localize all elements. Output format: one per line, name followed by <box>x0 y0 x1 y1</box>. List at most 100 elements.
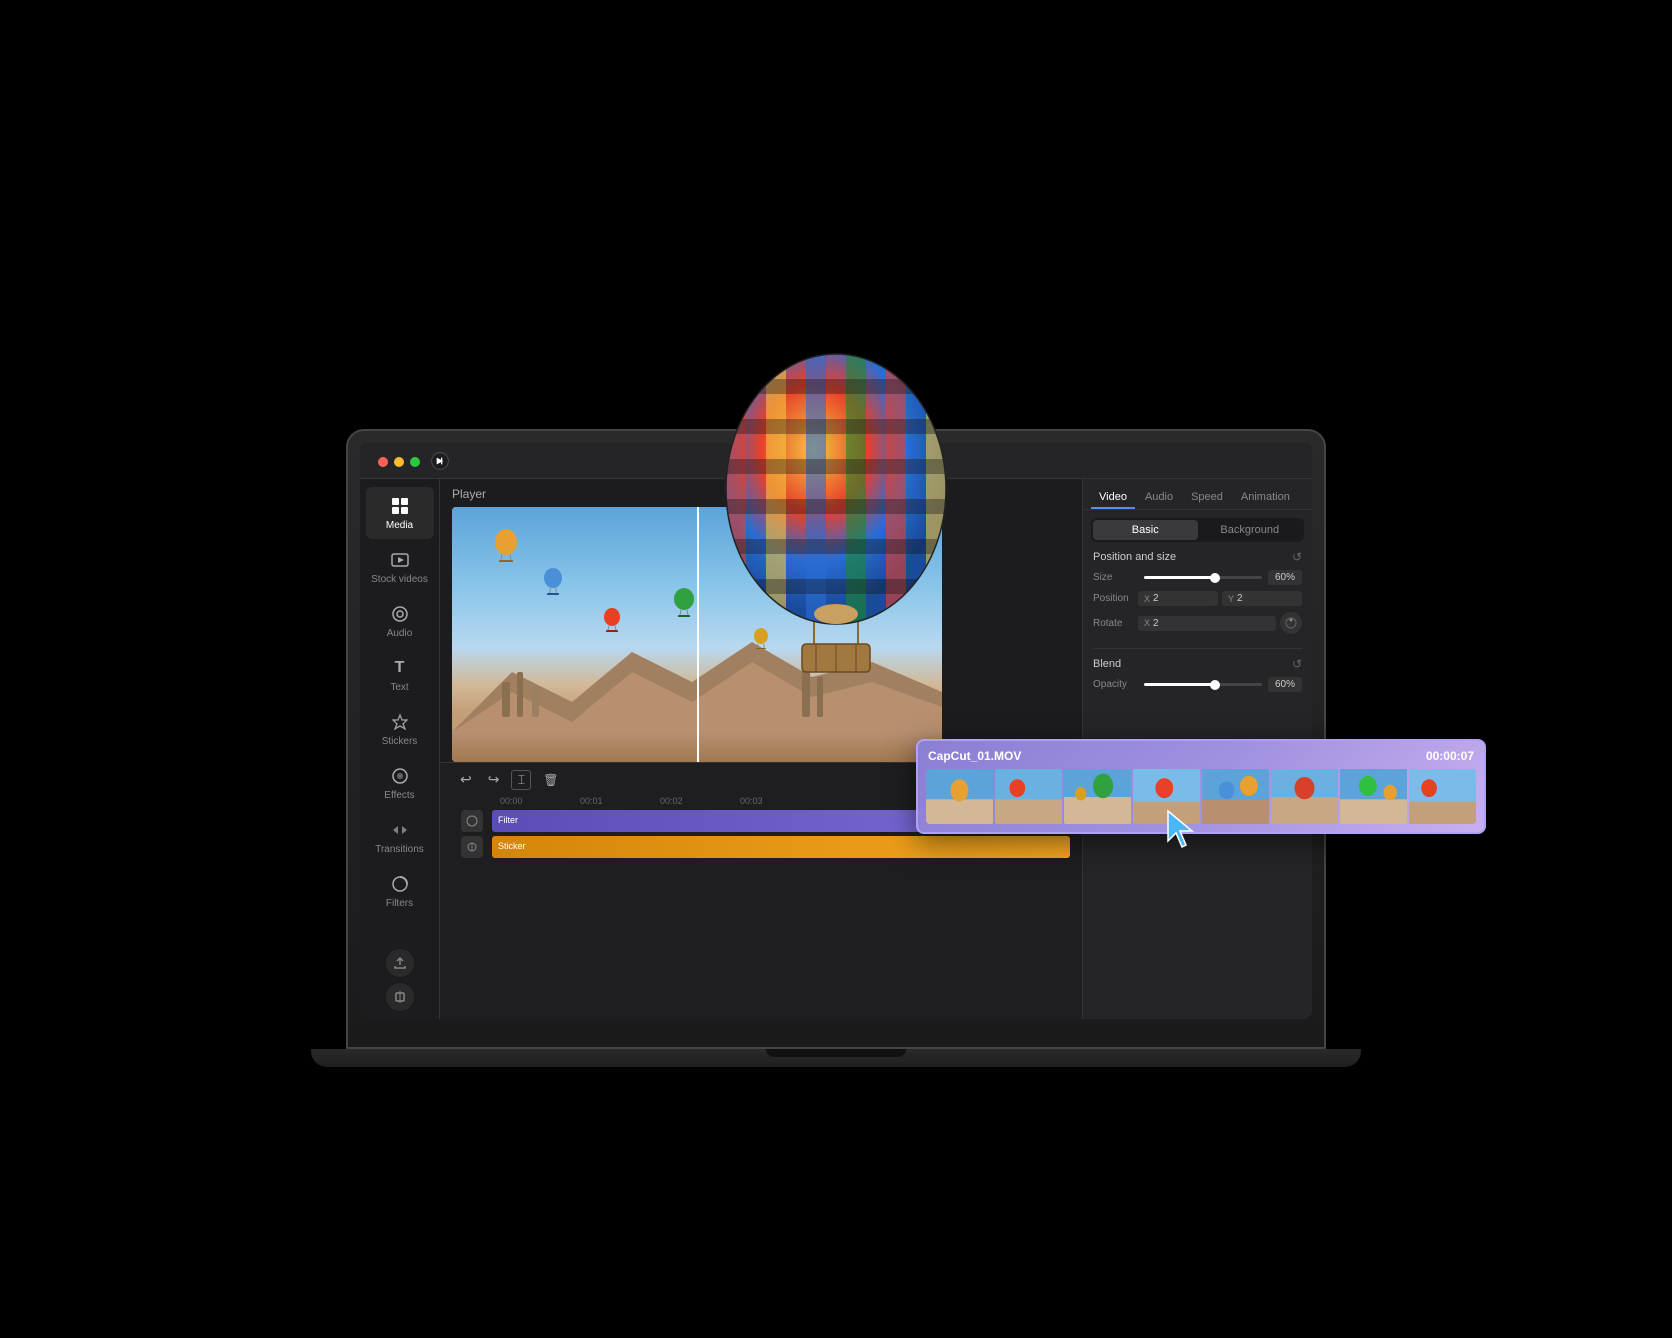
sticker-track-label: Sticker <box>492 838 532 854</box>
blend-title: Blend <box>1093 658 1121 670</box>
tab-animation[interactable]: Animation <box>1233 487 1298 509</box>
opacity-slider-thumb[interactable] <box>1210 680 1220 690</box>
clip-filmstrip[interactable] <box>926 769 1476 824</box>
close-button[interactable] <box>378 457 388 467</box>
x-axis-label: X <box>1144 594 1150 604</box>
audio-label: Audio <box>387 628 413 639</box>
ruler-mark-3: 00:03 <box>740 796 820 806</box>
filter-track-label: Filter <box>492 812 524 828</box>
rotate-label: Rotate <box>1093 618 1138 629</box>
split-button[interactable]: ⌶ <box>511 770 531 790</box>
opacity-value: 60% <box>1268 677 1302 692</box>
sidebar-item-audio[interactable]: Audio <box>366 595 434 647</box>
filmstrip-frame-7 <box>1340 769 1407 824</box>
position-x-value: 2 <box>1153 593 1159 604</box>
panel-subtabs: Basic Background <box>1091 518 1304 542</box>
filters-icon <box>389 873 411 895</box>
settings-button[interactable] <box>386 983 414 1011</box>
rotate-x-field[interactable]: X 2 <box>1138 616 1276 631</box>
effects-label: Effects <box>384 790 414 801</box>
maximize-button[interactable] <box>410 457 420 467</box>
y-axis-label: Y <box>1228 594 1234 604</box>
position-y-field[interactable]: Y 2 <box>1222 591 1302 606</box>
position-y-value: 2 <box>1237 593 1243 604</box>
laptop-notch <box>766 1049 906 1057</box>
ruler-mark-0: 00:00 <box>500 796 580 806</box>
blend-header: Blend ↺ <box>1093 657 1302 671</box>
delete-button[interactable]: 🗑 <box>539 771 562 789</box>
position-size-reset[interactable]: ↺ <box>1292 550 1302 564</box>
minimize-button[interactable] <box>394 457 404 467</box>
position-x-field[interactable]: X 2 <box>1138 591 1218 606</box>
transitions-label: Transitions <box>375 844 424 855</box>
size-label: Size <box>1093 572 1138 583</box>
effects-icon <box>389 765 411 787</box>
size-slider-thumb[interactable] <box>1210 573 1220 583</box>
stock-videos-icon <box>389 549 411 571</box>
sidebar-item-stickers[interactable]: Stickers <box>366 703 434 755</box>
transitions-icon <box>389 819 411 841</box>
track-icon-area-filter <box>452 810 492 832</box>
sidebar-item-transitions[interactable]: Transitions <box>366 811 434 863</box>
media-label: Media <box>386 520 413 531</box>
undo-button[interactable]: ↩ <box>456 769 476 790</box>
opacity-slider[interactable] <box>1144 683 1262 686</box>
tab-video[interactable]: Video <box>1091 487 1135 509</box>
balloon-small-4 <box>672 587 696 617</box>
stickers-label: Stickers <box>382 736 418 747</box>
text-label: Text <box>390 682 408 693</box>
upload-button[interactable] <box>386 949 414 977</box>
filter-track-icon <box>461 810 483 832</box>
rotate-x-value: 2 <box>1153 618 1159 629</box>
redo-button[interactable]: ↪ <box>484 769 504 790</box>
rotate-compass-button[interactable] <box>1280 612 1302 634</box>
traffic-lights <box>378 457 420 467</box>
filmstrip-frame-5 <box>1202 769 1269 824</box>
hero-balloon <box>696 339 976 684</box>
track-row-sticker: Sticker <box>452 836 1070 858</box>
divider <box>1093 648 1302 649</box>
sidebar-item-filters[interactable]: Filters <box>366 865 434 917</box>
balloon-small-1 <box>492 527 520 562</box>
subtab-background[interactable]: Background <box>1198 520 1303 540</box>
subtab-basic[interactable]: Basic <box>1093 520 1198 540</box>
filmstrip-frame-2 <box>995 769 1062 824</box>
clip-filename: CapCut_01.MOV <box>928 749 1021 763</box>
balloon-small-3 <box>602 607 622 632</box>
position-size-header: Position and size ↺ <box>1093 550 1302 564</box>
audio-icon <box>389 603 411 625</box>
size-value: 60% <box>1268 570 1302 585</box>
filmstrip-frame-8 <box>1409 769 1476 824</box>
track-icon-area-sticker <box>452 836 492 858</box>
size-slider[interactable] <box>1144 576 1262 579</box>
blend-reset[interactable]: ↺ <box>1292 657 1302 671</box>
filmstrip-frame-1 <box>926 769 993 824</box>
position-size-section: Position and size ↺ Size 60% <box>1083 550 1312 648</box>
sidebar-item-text[interactable]: T Text <box>366 649 434 701</box>
capcut-logo-icon <box>430 451 450 471</box>
tab-audio[interactable]: Audio <box>1137 487 1181 509</box>
filmstrip-frame-6 <box>1271 769 1338 824</box>
size-control-row: Size 60% <box>1093 570 1302 585</box>
clip-popup-header: CapCut_01.MOV 00:00:07 <box>926 749 1476 763</box>
rotate-control-row: Rotate X 2 <box>1093 612 1302 634</box>
clip-duration: 00:00:07 <box>1426 749 1474 763</box>
position-size-title: Position and size <box>1093 551 1176 563</box>
position-control-row: Position X 2 Y 2 <box>1093 591 1302 606</box>
opacity-slider-fill <box>1144 683 1215 686</box>
text-icon: T <box>389 657 411 679</box>
blend-section: Blend ↺ Opacity 60% <box>1083 657 1312 706</box>
clip-popup: CapCut_01.MOV 00:00:07 <box>916 739 1486 834</box>
ruler-mark-1: 00:01 <box>580 796 660 806</box>
sticker-track-icon <box>461 836 483 858</box>
left-sidebar: Media Stock videos Audio <box>360 479 440 1019</box>
sidebar-item-stock-videos[interactable]: Stock videos <box>366 541 434 593</box>
tab-speed[interactable]: Speed <box>1183 487 1231 509</box>
sticker-track[interactable]: Sticker <box>492 836 1070 858</box>
panel-tabs: Video Audio Speed Animation <box>1083 479 1312 510</box>
sidebar-item-media[interactable]: Media <box>366 487 434 539</box>
filmstrip-frame-3 <box>1064 769 1131 824</box>
ruler-mark-2: 00:02 <box>660 796 740 806</box>
sidebar-item-effects[interactable]: Effects <box>366 757 434 809</box>
rotate-x-axis: X <box>1144 618 1150 628</box>
